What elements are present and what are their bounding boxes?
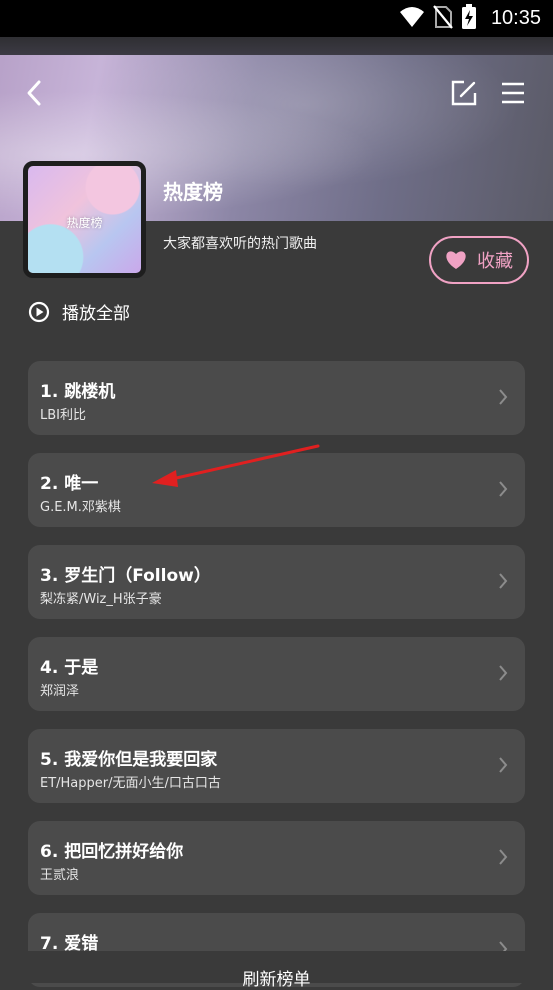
song-title: 6. 把回忆拼好给你 [40,842,184,862]
chevron-right-icon [499,481,508,497]
song-item-3[interactable]: 3. 罗生门（Follow） 梨冻紧/Wiz_H张子豪 [28,545,525,619]
menu-icon [502,82,524,104]
song-item-6[interactable]: 6. 把回忆拼好给你 王贰浪 [28,821,525,895]
back-button[interactable] [20,78,50,108]
heart-icon [446,251,466,269]
chevron-right-icon [499,665,508,681]
playlist-title: 热度榜 [163,180,223,204]
edit-icon [451,80,477,106]
song-artist: LBI利比 [40,408,86,423]
chevron-right-icon [499,389,508,405]
song-title: 5. 我爱你但是我要回家 [40,750,218,770]
play-all-label: 播放全部 [62,304,130,324]
favorite-button[interactable]: 收藏 [429,236,529,284]
song-title: 3. 罗生门（Follow） [40,566,211,586]
song-item-5[interactable]: 5. 我爱你但是我要回家 ET/Happer/无面小生/口古口古 [28,729,525,803]
wifi-icon [399,6,425,32]
playlist-description: 大家都喜欢听的热门歌曲 [163,236,317,252]
song-artist: ET/Happer/无面小生/口古口古 [40,776,221,791]
song-artist: 王贰浪 [40,868,80,883]
chevron-right-icon [499,849,508,865]
status-bar: 10:35 [0,0,553,37]
song-title: 4. 于是 [40,658,99,678]
cover-label: 热度榜 [66,216,103,230]
battery-charging-icon [461,3,477,34]
edit-button[interactable] [450,79,478,107]
refresh-chart-button[interactable]: 刷新榜单 [0,951,553,990]
song-item-2[interactable]: 2. 唯一 G.E.M.邓紫棋 [28,453,525,527]
song-title: 1. 跳楼机 [40,382,116,402]
song-artist: G.E.M.邓紫棋 [40,500,121,515]
song-artist: 梨冻紧/Wiz_H张子豪 [40,592,162,607]
song-artist: 郑润泽 [40,684,80,699]
chevron-left-icon [27,80,41,106]
song-title: 2. 唯一 [40,474,99,494]
play-circle-icon [28,301,50,322]
play-all-button[interactable]: 播放全部 [28,299,130,324]
favorite-label: 收藏 [477,251,513,272]
song-item-4[interactable]: 4. 于是 郑润泽 [28,637,525,711]
song-item-1[interactable]: 1. 跳楼机 LBI利比 [28,361,525,435]
menu-button[interactable] [499,79,527,107]
no-sim-icon [433,4,453,33]
chevron-right-icon [499,757,508,773]
chevron-right-icon [499,573,508,589]
status-time: 10:35 [490,7,541,29]
playlist-cover: 热度榜 [23,161,146,278]
